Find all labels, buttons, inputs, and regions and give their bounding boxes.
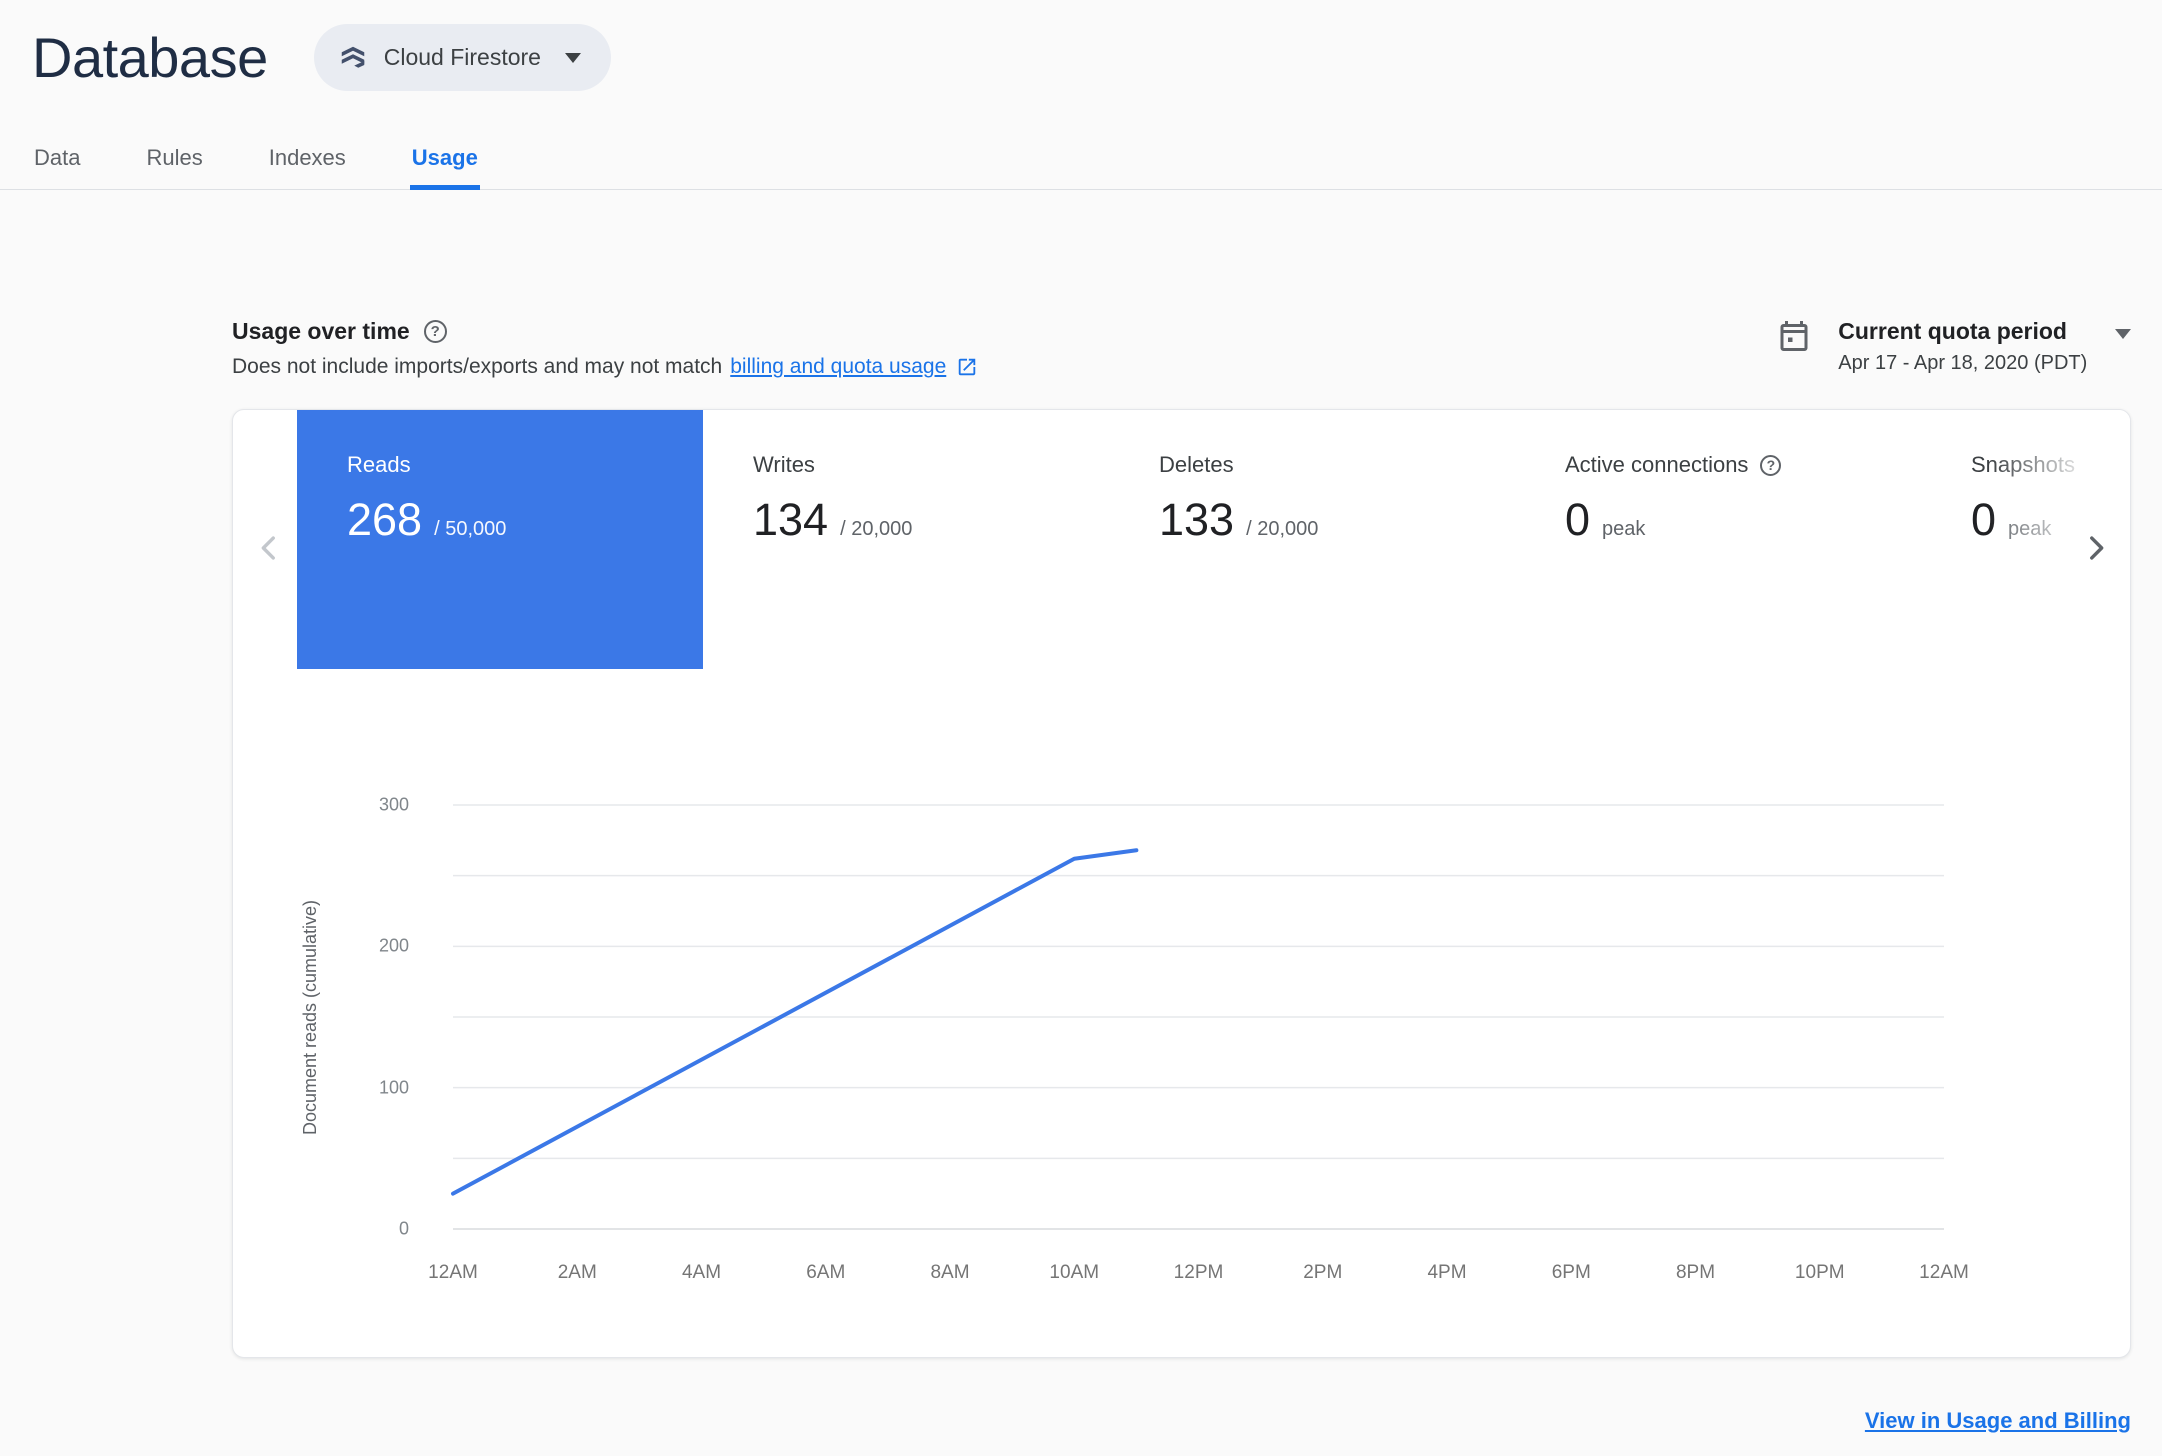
footer: View in Usage and Billing — [232, 1408, 2131, 1434]
usage-section-titles: Usage over time ? Does not include impor… — [232, 318, 978, 379]
x-tick-label: 6PM — [1551, 1262, 1591, 1283]
metric-suffix: peak — [2008, 518, 2052, 540]
metric-label-text: Reads — [347, 452, 411, 477]
metric-label: Writes — [753, 452, 1109, 478]
page-title: Database — [32, 26, 268, 89]
metric-value: 268 — [347, 494, 423, 545]
x-tick-label: 12PM — [1173, 1262, 1224, 1283]
section-subtitle: Does not include imports/exports and may… — [232, 355, 723, 378]
tab-data[interactable]: Data — [32, 137, 82, 190]
metric-label-text: Deletes — [1159, 452, 1234, 477]
y-axis-ticks: 300 200 100 0 — [233, 795, 431, 1239]
metric-label-text: Snapshots — [1971, 452, 2075, 477]
chart-plot — [451, 804, 1944, 1230]
y-tick-label: 100 — [378, 1077, 409, 1098]
usage-section-header: Usage over time ? Does not include impor… — [232, 318, 2131, 379]
x-tick-label: 10PM — [1794, 1262, 1845, 1283]
x-tick-label: 4PM — [1427, 1262, 1467, 1283]
quota-period-selector[interactable]: Current quota period Apr 17 - Apr 18, 20… — [1776, 318, 2131, 375]
metric-value: 0 — [1971, 494, 1997, 545]
carousel-next-button[interactable] — [2074, 526, 2118, 570]
metric-value-row: 268 / 50,000 — [347, 494, 703, 546]
x-tick-label: 12AM — [1919, 1262, 1969, 1283]
billing-quota-usage-link[interactable]: billing and quota usage — [730, 355, 946, 379]
metric-tile-active-connections[interactable]: Active connections? 0 peak — [1515, 410, 1921, 669]
metric-value-row: 133 / 20,000 — [1159, 494, 1515, 546]
metric-label: Deletes — [1159, 452, 1515, 478]
chevron-down-icon — [2115, 328, 2131, 339]
x-tick-label: 8PM — [1675, 1262, 1716, 1283]
metric-value-row: 0 peak — [1565, 494, 1921, 546]
metric-value: 133 — [1159, 494, 1235, 545]
tabs: Data Rules Indexes Usage — [0, 137, 2162, 190]
usage-card: Reads 268/ 50,000 Writes 134/ 20,000 Deletes… — [232, 409, 2131, 1358]
y-tick-label: 200 — [378, 935, 409, 956]
carousel-prev-button[interactable] — [247, 526, 291, 570]
product-selector[interactable]: Cloud Firestore — [313, 24, 611, 91]
x-tick-label: 10AM — [1049, 1262, 1100, 1283]
metric-label-text: Writes — [753, 452, 815, 477]
metrics-carousel: Reads 268/ 50,000 Writes 134/ 20,000 Deletes… — [233, 410, 2130, 669]
chevron-down-icon — [564, 52, 581, 63]
x-tick-label: 2PM — [1303, 1262, 1343, 1283]
external-link-icon[interactable] — [956, 356, 978, 378]
x-tick-label: 6AM — [806, 1262, 846, 1283]
x-tick-label: 8AM — [930, 1262, 970, 1283]
help-icon[interactable]: ? — [423, 320, 447, 343]
metric-label: Snapshots — [1971, 452, 2130, 478]
x-tick-label: 12AM — [428, 1262, 478, 1283]
quota-period-label: Current quota period — [1838, 318, 2067, 344]
y-tick-label: 300 — [378, 794, 409, 815]
content: Usage over time ? Does not include impor… — [0, 318, 2162, 1434]
metric-tile-writes[interactable]: Writes 134 / 20,000 — [703, 410, 1109, 669]
chart-svg — [451, 804, 1944, 1230]
tab-usage[interactable]: Usage — [409, 137, 480, 190]
quota-period-text: Current quota period Apr 17 - Apr 18, 20… — [1838, 318, 2131, 375]
tab-indexes[interactable]: Indexes — [267, 137, 348, 190]
metric-tile-reads[interactable]: Reads 268 / 50,000 — [297, 410, 703, 669]
metric-value-row: 134 / 20,000 — [753, 494, 1109, 546]
metric-label-text: Active connections — [1565, 452, 1749, 477]
section-title: Usage over time — [232, 318, 410, 344]
metric-suffix: / 50,000 — [434, 518, 507, 540]
x-axis-ticks: 12AM 2AM 4AM 6AM 8AM 10AM 12PM 2PM 4PM 6PM 8PM 10PM… — [428, 1262, 1969, 1288]
quota-period-range: Apr 17 - Apr 18, 2020 (PDT) — [1838, 352, 2088, 374]
metric-tile-deletes[interactable]: Deletes 133 / 20,000 — [1109, 410, 1515, 669]
tab-rules[interactable]: Rules — [144, 137, 204, 190]
metric-suffix: peak — [1602, 518, 1646, 540]
help-icon[interactable]: ? — [1760, 454, 1782, 476]
metric-label: Active connections? — [1565, 452, 1921, 478]
product-selector-label: Cloud Firestore — [383, 44, 541, 70]
y-tick-label: 0 — [398, 1218, 409, 1239]
metric-tiles: Reads 268/ 50,000 Writes 134/ 20,000 Deletes… — [297, 410, 2130, 669]
metric-label: Reads — [347, 452, 703, 478]
calendar-icon — [1776, 318, 1812, 354]
metric-value: 0 — [1565, 494, 1591, 545]
firestore-icon — [338, 43, 368, 73]
x-tick-label: 2AM — [557, 1262, 597, 1283]
header: Database Cloud Firestore — [0, 0, 2162, 91]
metric-suffix: / 20,000 — [1246, 518, 1319, 540]
metric-suffix: / 20,000 — [840, 518, 913, 540]
metric-value: 134 — [753, 494, 829, 545]
x-tick-label: 4AM — [681, 1262, 722, 1283]
view-usage-billing-link[interactable]: View in Usage and Billing — [1865, 1408, 2131, 1433]
page: Database Cloud Firestore Data Rules Indexe… — [0, 0, 2162, 1456]
